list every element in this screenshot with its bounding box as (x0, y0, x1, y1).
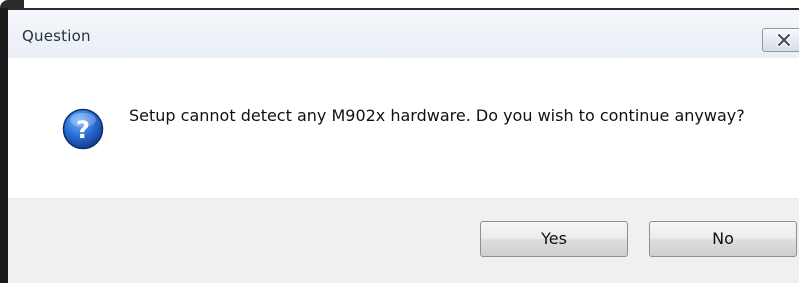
close-icon (777, 33, 791, 47)
question-icon: ? (62, 108, 104, 150)
dialog-message: Setup cannot detect any M902x hardware. … (129, 106, 745, 125)
dialog-title: Question (22, 27, 91, 45)
window-frame-left (0, 8, 8, 283)
dialog-window: Question ? Setup cannot detect any M902x… (0, 0, 799, 283)
no-button[interactable]: No (649, 221, 797, 257)
dialog-content: ? Setup cannot detect any M902x hardware… (8, 58, 799, 198)
svg-text:?: ? (76, 116, 90, 144)
yes-button[interactable]: Yes (480, 221, 628, 257)
close-button[interactable] (762, 28, 799, 52)
dialog-button-bar: Yes No (8, 198, 799, 283)
title-bar[interactable]: Question (8, 8, 799, 60)
